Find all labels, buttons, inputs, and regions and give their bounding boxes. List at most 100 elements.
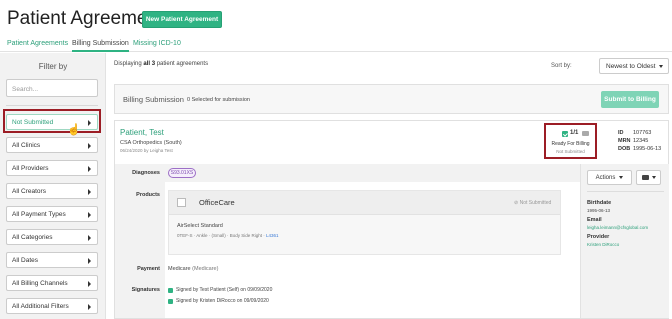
filter-label: All Clinics	[12, 142, 41, 149]
divider	[587, 191, 664, 192]
product-details-text: 0TEF-S · Ankle · (Small) · Body Side Rig…	[177, 233, 265, 238]
display-count: Displaying all 3 patient agreements	[114, 61, 208, 67]
clinic-name: CSA Orthopedics (South)	[120, 140, 182, 146]
filter-submission-status[interactable]: Not Submitted	[6, 114, 98, 130]
caret-right-icon	[88, 166, 91, 172]
product-status-text: Not Submitted	[519, 200, 552, 206]
ready-status: Ready For Billing	[551, 141, 590, 147]
filter-label: Not Submitted	[12, 119, 54, 126]
provider-link[interactable]: Kristen DiRocco	[587, 242, 619, 247]
email-link[interactable]: leigha.leimann@cfsglobal.com	[587, 225, 648, 230]
printer-icon	[641, 175, 649, 180]
product-name: AirSelect Standard	[177, 223, 223, 229]
actions-label: Actions	[595, 174, 616, 181]
submission-title: Billing Submission	[123, 95, 184, 104]
print-button[interactable]	[636, 170, 661, 185]
product-status: ⊘ Not Submitted	[514, 200, 552, 206]
product-checkbox[interactable]	[177, 198, 186, 207]
check-icon	[168, 298, 173, 304]
caret-right-icon	[88, 120, 91, 126]
signature-text: Signed by Test Patient (Self) on 09/09/2…	[176, 287, 273, 293]
display-count-bold: all 3	[143, 61, 156, 67]
check-icon	[168, 287, 173, 293]
product-code[interactable]: L4361	[266, 233, 279, 238]
new-patient-agreement-button[interactable]: New Patient Agreement	[142, 11, 222, 28]
chevron-down-icon	[651, 176, 656, 179]
sort-label: Sort by:	[551, 63, 572, 69]
mrn-value: 12345	[633, 138, 649, 144]
submit-to-billing-button[interactable]: Submit to Billing	[601, 91, 659, 108]
filter-payment-types[interactable]: All Payment Types	[6, 206, 98, 222]
chevron-down-icon	[619, 176, 624, 179]
hand-cursor-icon: ☝	[67, 124, 81, 136]
provider-label: Provider	[587, 234, 610, 240]
payment-value: Medicare (Medicare)	[168, 266, 218, 272]
caret-right-icon	[88, 189, 91, 195]
sort-value: Newest to Oldest	[606, 63, 656, 70]
filter-label: All Billing Channels	[12, 280, 68, 287]
selected-count: 0 Selected for submission	[187, 97, 250, 103]
filter-billing-channels[interactable]: All Billing Channels	[6, 275, 98, 291]
payment-main: Medicare	[168, 266, 191, 272]
payment-label: Payment	[137, 266, 160, 272]
id-value: 107763	[633, 130, 652, 136]
tab-patient-agreements[interactable]: Patient Agreements	[7, 40, 68, 47]
product-header: OfficeCare ⊘ Not Submitted	[169, 191, 560, 215]
checkbox-checked-icon[interactable]	[562, 131, 568, 137]
caret-right-icon	[88, 281, 91, 287]
caret-right-icon	[88, 143, 91, 149]
product-details: 0TEF-S · Ankle · (Small) · Body Side Rig…	[177, 233, 279, 238]
signature-item: Signed by Test Patient (Self) on 09/09/2…	[168, 287, 272, 293]
tab-billing-submission[interactable]: Billing Submission	[72, 40, 129, 52]
caret-right-icon	[88, 304, 91, 310]
mail-icon[interactable]	[582, 131, 589, 136]
email-label: Email	[587, 217, 602, 223]
submission-status: Not Submitted	[556, 149, 585, 154]
patient-name-link[interactable]: Patient, Test	[120, 128, 164, 137]
patient-info-panel: Actions Birthdate 1995-06-13 Email leigh…	[580, 164, 669, 318]
tab-bar: Patient Agreements Billing Submission Mi…	[0, 38, 672, 52]
filter-dates[interactable]: All Dates	[6, 252, 98, 268]
billing-status-box: 1/1 Ready For Billing Not Submitted	[544, 123, 597, 159]
actions-dropdown-button[interactable]: Actions	[587, 170, 632, 185]
label-column	[115, 164, 165, 318]
agreement-card: Patient, Test CSA Orthopedics (South) 06…	[114, 120, 669, 319]
filter-providers[interactable]: All Providers	[6, 160, 98, 176]
filter-label: All Categories	[12, 234, 53, 241]
filter-creators[interactable]: All Creators	[6, 183, 98, 199]
ready-count: 1/1	[570, 130, 579, 136]
filter-label: All Providers	[12, 165, 49, 172]
created-date: 06/24/2020 by Leigha Test	[120, 148, 173, 153]
product-card: OfficeCare ⊘ Not Submitted AirSelect Sta…	[168, 190, 561, 255]
signatures-label: Signatures	[131, 287, 160, 293]
signature-text: Signed by Kristen DiRocco on 09/09/2020	[176, 298, 269, 304]
search-input[interactable]: Search...	[6, 79, 98, 97]
sort-select[interactable]: Newest to Oldest	[599, 58, 669, 74]
caret-right-icon	[88, 258, 91, 264]
filter-sidebar: Filter by Search... Not Submitted All Cl…	[0, 53, 106, 319]
chevron-down-icon	[659, 65, 663, 68]
diagnoses-label: Diagnoses	[132, 170, 160, 176]
caret-right-icon	[88, 235, 91, 241]
filter-label: All Creators	[12, 188, 46, 195]
display-suffix: patient agreements	[155, 61, 209, 67]
filter-title: Filter by	[38, 62, 68, 71]
signature-item: Signed by Kristen DiRocco on 09/09/2020	[168, 298, 269, 304]
filter-label: All Dates	[12, 257, 39, 264]
divider	[6, 105, 98, 106]
filter-clinics[interactable]: All Clinics	[6, 137, 98, 153]
filter-categories[interactable]: All Categories	[6, 229, 98, 245]
filter-label: All Payment Types	[12, 211, 66, 218]
filter-additional[interactable]: All Additional Filters	[6, 298, 98, 314]
id-label: ID	[618, 130, 624, 136]
diagnosis-badge[interactable]: S93.01XS	[168, 168, 196, 178]
birthdate-label: Birthdate	[587, 200, 612, 206]
products-label: Products	[136, 192, 160, 198]
vendor-name: OfficeCare	[199, 198, 235, 207]
dob-label: DOB	[618, 146, 631, 152]
mrn-label: MRN	[618, 138, 631, 144]
caret-right-icon	[88, 212, 91, 218]
tab-missing-icd10[interactable]: Missing ICD-10	[133, 40, 181, 47]
birthdate-value: 1995-06-13	[587, 208, 611, 213]
submission-bar: Billing Submission 0 Selected for submis…	[114, 84, 669, 114]
